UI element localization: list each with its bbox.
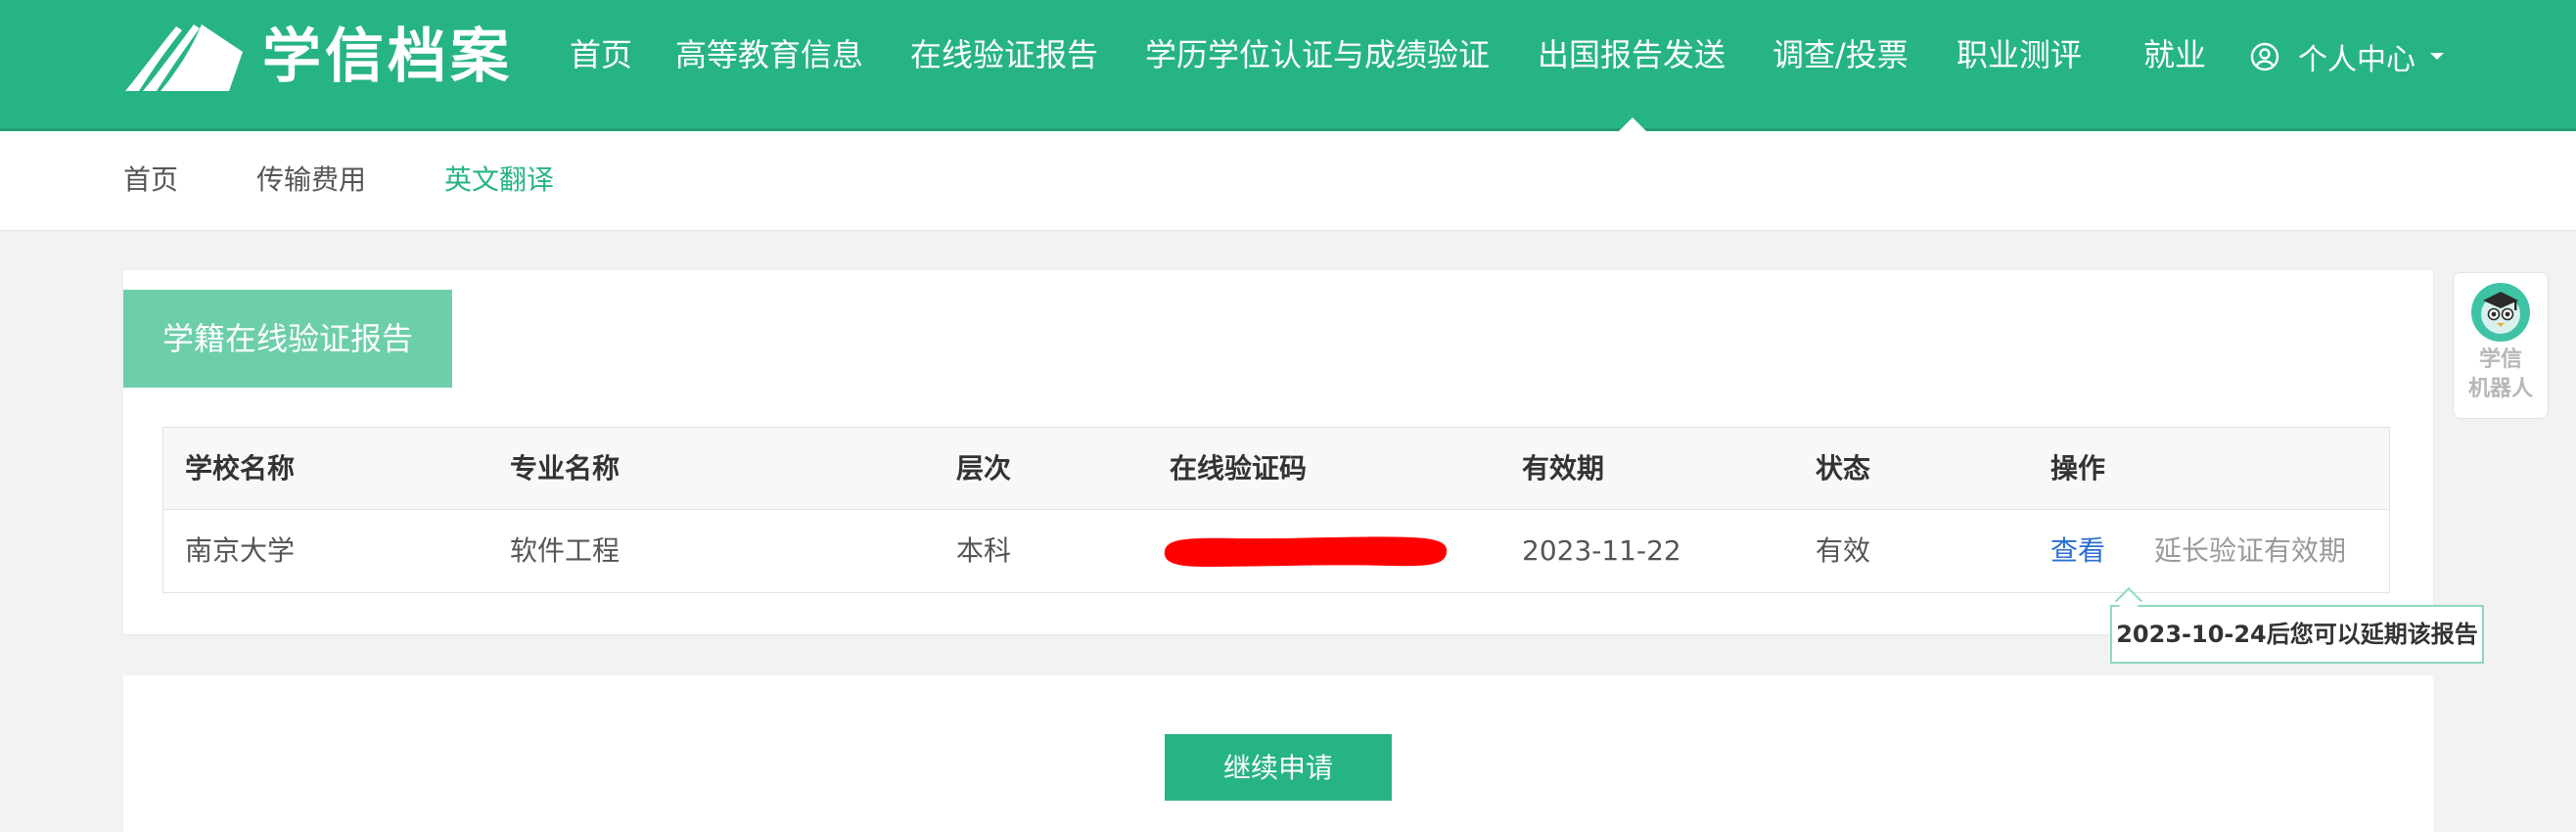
table-row: 南京大学 软件工程 本科 2023-11-22 有效 查看 延长验证有效期 [163, 510, 2389, 592]
column-header-major: 专业名称 [510, 452, 621, 485]
subnav-item-english-translation[interactable]: 英文翻译 [444, 161, 554, 200]
redaction-mark [1164, 536, 1448, 567]
robot-label-line2: 机器人 [2467, 377, 2533, 401]
continue-apply-button[interactable]: 继续申请 [1165, 734, 1392, 801]
column-header-actions: 操作 [2050, 452, 2106, 485]
column-header-level: 层次 [956, 452, 1012, 485]
nav-item-career-assessment[interactable]: 职业测评 [1956, 31, 2082, 78]
nav-item-overseas-report-sending[interactable]: 出国报告发送 [1538, 31, 1725, 78]
extend-tooltip: 2023-10-24后您可以延期该报告 [2110, 605, 2484, 664]
robot-label-line1: 学信 [2478, 347, 2522, 372]
brand-logo[interactable]: 学信档案 [121, 18, 513, 96]
column-header-verification-code: 在线验证码 [1170, 452, 1308, 485]
chevron-down-icon [2430, 53, 2444, 60]
cell-level: 本科 [956, 534, 1012, 567]
brand-name: 学信档案 [262, 23, 513, 91]
nav-item-employment[interactable]: 就业 [2143, 31, 2206, 78]
brand-logo-icon [125, 24, 243, 91]
column-header-expiry: 有效期 [1522, 452, 1605, 485]
user-center-label: 个人中心 [2298, 43, 2415, 77]
cell-expiry: 2023-11-22 [1522, 534, 1681, 567]
nav-item-home[interactable]: 首页 [570, 31, 632, 78]
column-header-status: 状态 [1816, 452, 1871, 485]
report-card: 学籍在线验证报告 学校名称 专业名称 层次 在线验证码 有效期 状态 操作 南京… [123, 270, 2433, 634]
chat-robot-widget[interactable]: 学信 机器人 [2453, 272, 2549, 419]
view-report-link[interactable]: 查看 [2050, 532, 2105, 571]
nav-item-survey-vote[interactable]: 调查/投票 [1772, 31, 1909, 78]
subnav-item-home[interactable]: 首页 [123, 161, 178, 200]
top-nav: 学信档案 首页 高等教育信息 在线验证报告 学历学位认证与成绩验证 出国报告发送… [0, 0, 2576, 133]
robot-avatar-icon [2471, 283, 2530, 342]
column-header-school: 学校名称 [185, 452, 296, 485]
table-header: 学校名称 专业名称 层次 在线验证码 有效期 状态 操作 [163, 428, 2389, 510]
sub-nav: 首页 传输费用 英文翻译 [0, 131, 2576, 231]
extend-validity-link[interactable]: 延长验证有效期 [2154, 532, 2346, 571]
nav-item-online-verification-report[interactable]: 在线验证报告 [910, 31, 1098, 78]
user-icon [2250, 42, 2279, 71]
nav-item-higher-education-info[interactable]: 高等教育信息 [675, 31, 863, 78]
cell-school: 南京大学 [185, 534, 296, 567]
report-table: 学校名称 专业名称 层次 在线验证码 有效期 状态 操作 南京大学 软件工程 本… [162, 427, 2390, 593]
report-card-title: 学籍在线验证报告 [123, 290, 452, 388]
nav-item-degree-certification[interactable]: 学历学位认证与成绩验证 [1145, 31, 1490, 78]
user-center-menu[interactable]: 个人中心 [2249, 35, 2445, 78]
cell-status: 有效 [1816, 534, 1871, 567]
continue-card: 继续申请 [123, 675, 2433, 832]
cell-major: 软件工程 [510, 534, 621, 567]
subnav-item-transfer-fee[interactable]: 传输费用 [256, 161, 366, 200]
